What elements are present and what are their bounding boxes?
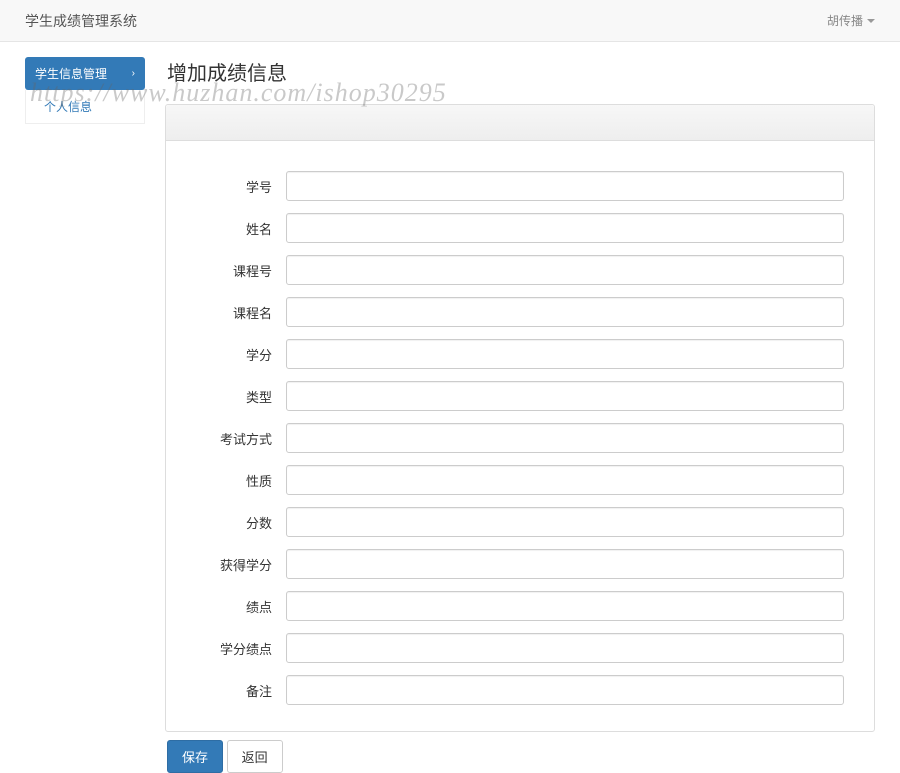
- page-title: 增加成绩信息: [165, 57, 875, 86]
- name-input[interactable]: [286, 213, 844, 243]
- form-label: 学号: [196, 177, 286, 196]
- score-input[interactable]: [286, 507, 844, 537]
- container: 学生信息管理 › 个人信息 增加成绩信息 学号 姓名 课程号: [0, 42, 900, 773]
- form-row-credit-gpa: 学分绩点: [196, 633, 844, 663]
- form-label: 学分: [196, 345, 286, 364]
- form-label: 学分绩点: [196, 639, 286, 658]
- form-row-nature: 性质: [196, 465, 844, 495]
- sidebar: 学生信息管理 › 个人信息: [25, 57, 145, 773]
- form-label: 分数: [196, 513, 286, 532]
- form-label: 姓名: [196, 219, 286, 238]
- course-id-input[interactable]: [286, 255, 844, 285]
- form-row-remark: 备注: [196, 675, 844, 705]
- nature-input[interactable]: [286, 465, 844, 495]
- remark-input[interactable]: [286, 675, 844, 705]
- panel-heading: [166, 105, 874, 141]
- form-panel: 学号 姓名 课程号 课程名 学分: [165, 104, 875, 732]
- form-label: 课程号: [196, 261, 286, 280]
- form-row-score: 分数: [196, 507, 844, 537]
- sidebar-item-label: 个人信息: [44, 100, 92, 114]
- gpa-input[interactable]: [286, 591, 844, 621]
- form-row-earned-credits: 获得学分: [196, 549, 844, 579]
- form-row-name: 姓名: [196, 213, 844, 243]
- form-row-course-id: 课程号: [196, 255, 844, 285]
- form-label: 课程名: [196, 303, 286, 322]
- app-title: 学生成绩管理系统: [25, 11, 137, 31]
- form-row-student-id: 学号: [196, 171, 844, 201]
- chevron-right-icon: ›: [132, 68, 135, 79]
- course-name-input[interactable]: [286, 297, 844, 327]
- form-row-type: 类型: [196, 381, 844, 411]
- form-label: 类型: [196, 387, 286, 406]
- credit-gpa-input[interactable]: [286, 633, 844, 663]
- back-button[interactable]: 返回: [227, 740, 283, 773]
- top-nav: 学生成绩管理系统 胡传播: [0, 0, 900, 42]
- earned-credits-input[interactable]: [286, 549, 844, 579]
- form-row-credits: 学分: [196, 339, 844, 369]
- button-row: 保存 返回: [165, 732, 875, 773]
- form-label: 获得学分: [196, 555, 286, 574]
- form-label: 考试方式: [196, 429, 286, 448]
- form-row-exam-method: 考试方式: [196, 423, 844, 453]
- student-id-input[interactable]: [286, 171, 844, 201]
- save-button[interactable]: 保存: [167, 740, 223, 773]
- form-label: 备注: [196, 681, 286, 700]
- form-row-gpa: 绩点: [196, 591, 844, 621]
- sidebar-item-personal-info[interactable]: 个人信息: [25, 90, 145, 124]
- form-label: 性质: [196, 471, 286, 490]
- exam-method-input[interactable]: [286, 423, 844, 453]
- user-menu[interactable]: 胡传播: [827, 12, 875, 29]
- caret-down-icon: [867, 19, 875, 23]
- credits-input[interactable]: [286, 339, 844, 369]
- user-name: 胡传播: [827, 12, 863, 29]
- sidebar-item-label: 学生信息管理: [35, 65, 107, 82]
- main-content: 增加成绩信息 学号 姓名 课程号 课程名: [165, 57, 875, 773]
- type-input[interactable]: [286, 381, 844, 411]
- form-label: 绩点: [196, 597, 286, 616]
- form-row-course-name: 课程名: [196, 297, 844, 327]
- sidebar-item-student-grade[interactable]: 学生信息管理 ›: [25, 57, 145, 90]
- panel-body: 学号 姓名 课程号 课程名 学分: [166, 141, 874, 731]
